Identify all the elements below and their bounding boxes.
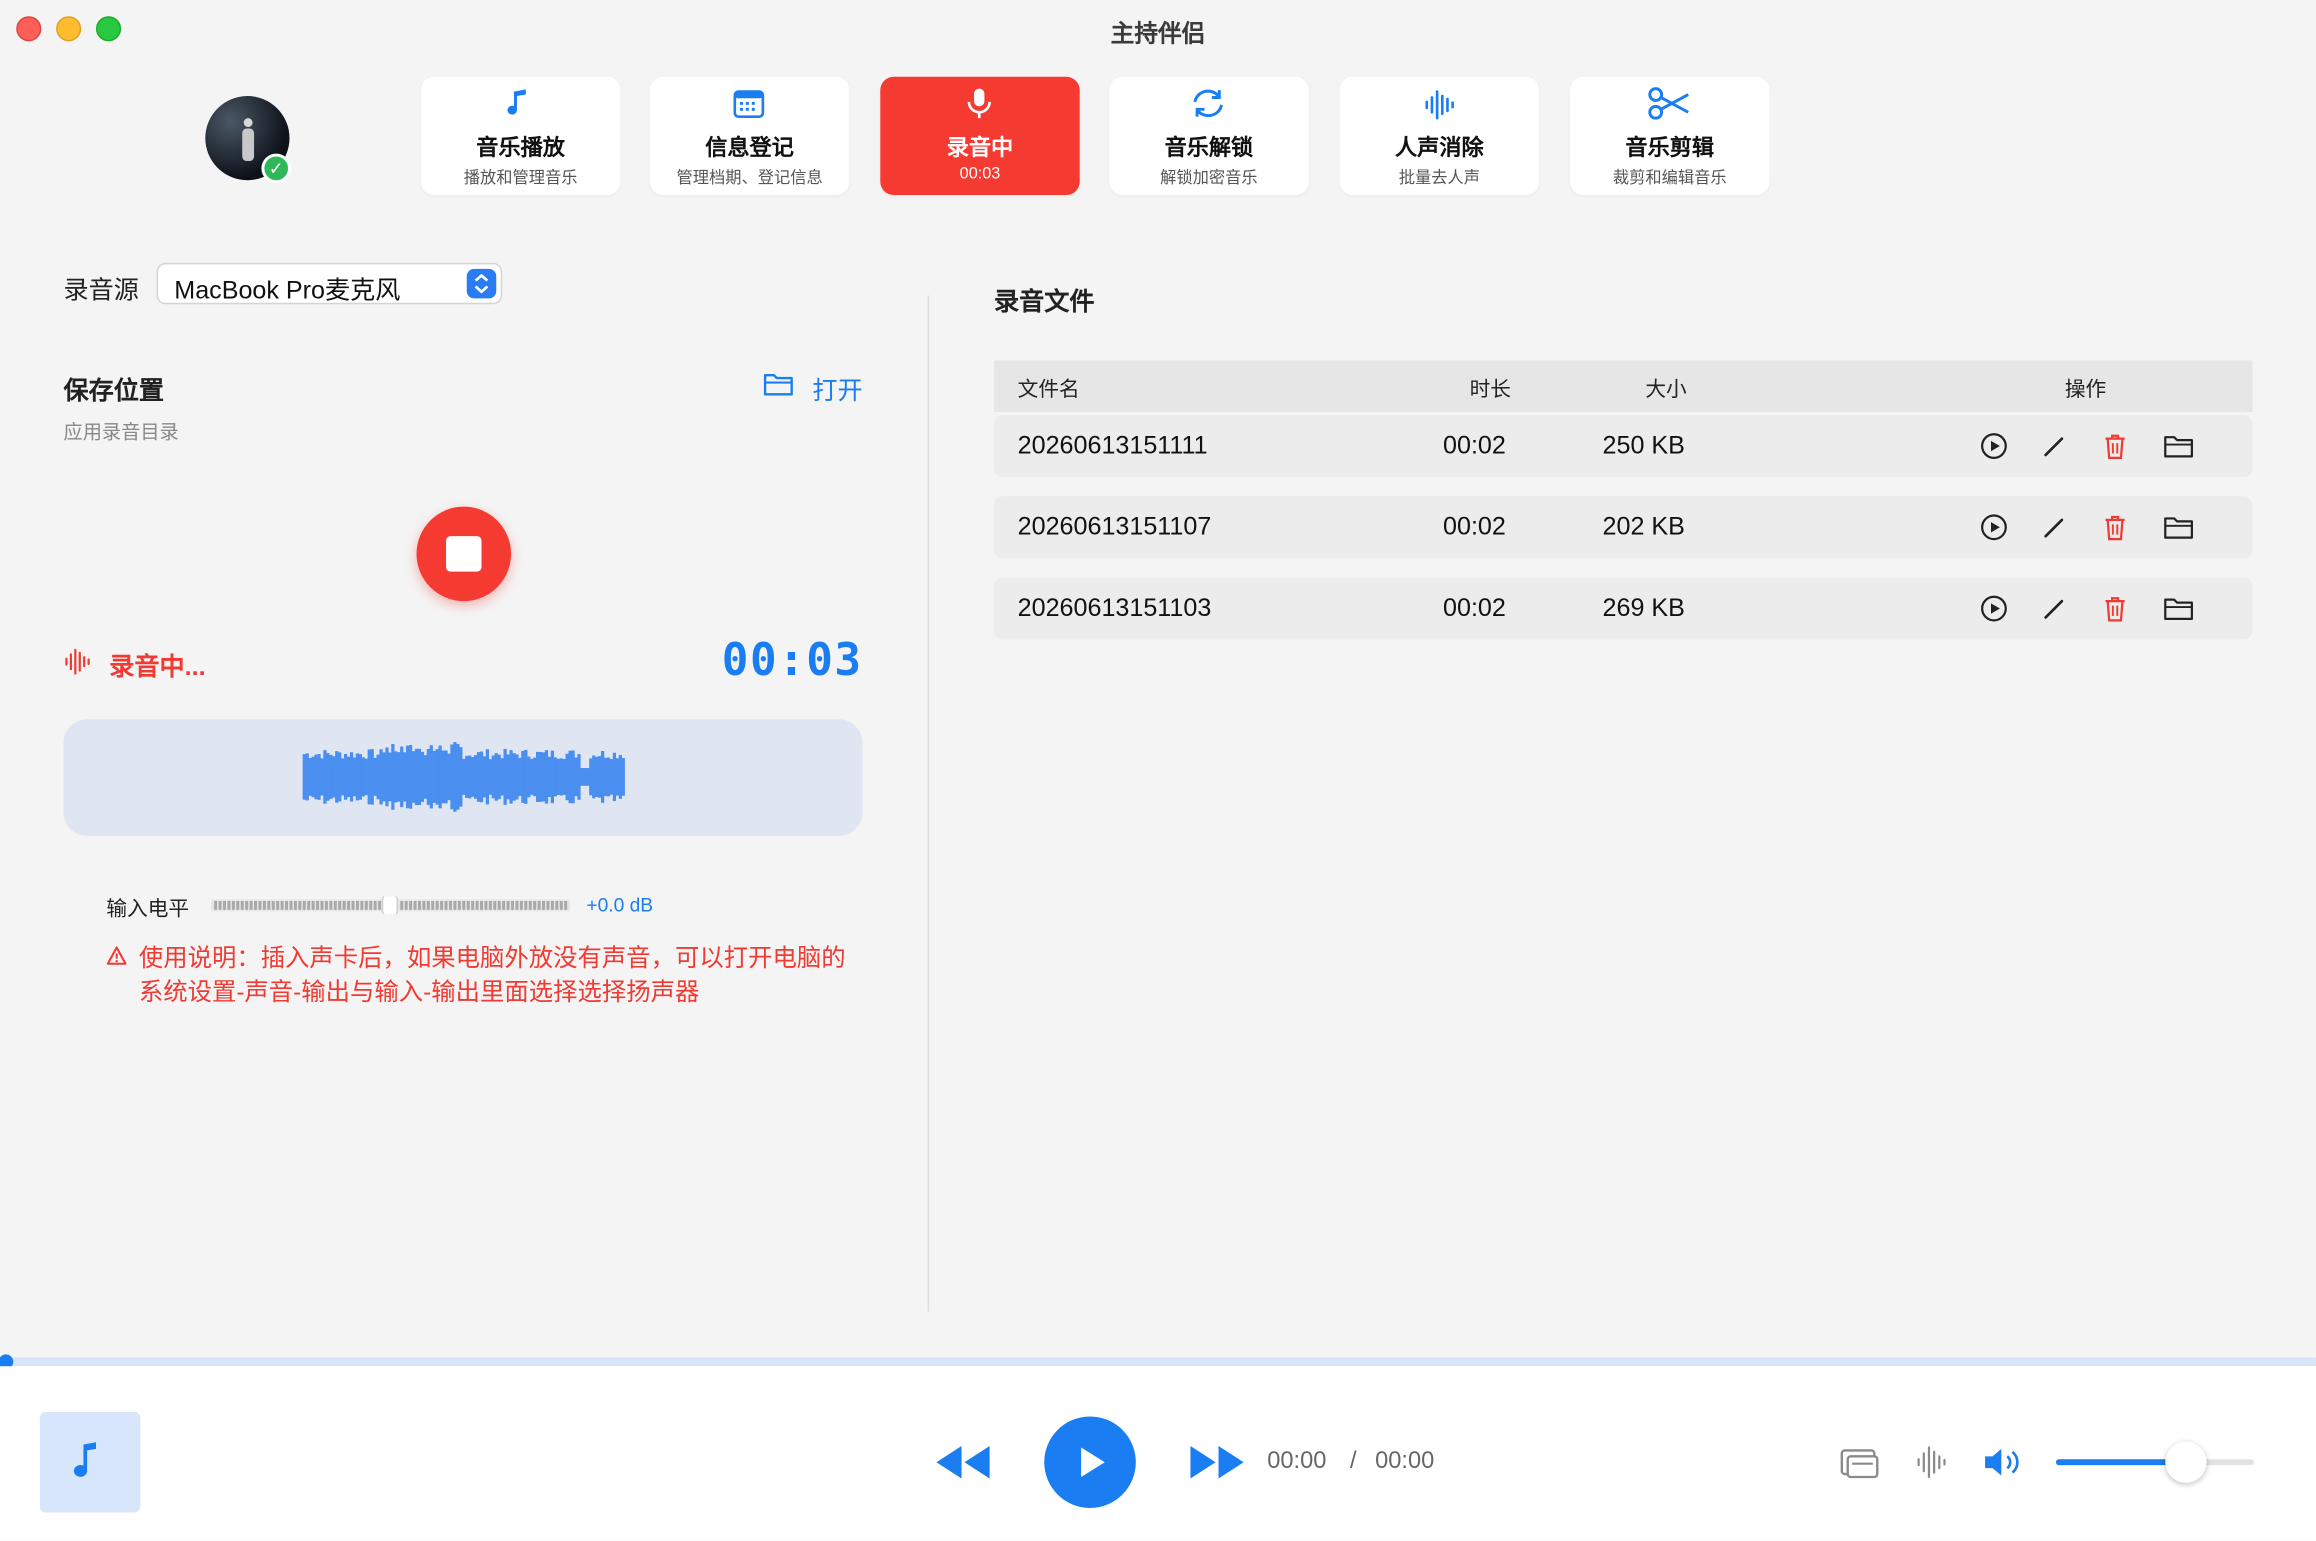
music-note-icon xyxy=(73,1442,97,1477)
scissors-icon xyxy=(1648,87,1689,120)
nav-tile-music-play[interactable]: 音乐播放 播放和管理音乐 xyxy=(420,76,621,195)
stop-icon xyxy=(446,536,482,572)
recording-status: 录音中... xyxy=(109,652,206,681)
input-level-label: 输入电平 xyxy=(106,896,190,921)
source-select-value: MacBook Pro麦克风 xyxy=(174,276,401,305)
microphone-icon xyxy=(967,88,991,119)
open-label: 打开 xyxy=(812,376,863,405)
title-bar: 主持伴侣 xyxy=(0,0,2316,57)
file-size: 269 KB xyxy=(1602,593,1685,622)
waveform-icon[interactable] xyxy=(1914,1445,1949,1480)
column-header-actions: 操作 xyxy=(2064,376,2107,401)
verified-check-icon: ✓ xyxy=(261,153,291,184)
file-name: 20260613151103 xyxy=(1017,593,1212,622)
folder-icon[interactable] xyxy=(2162,594,2194,624)
recording-waveform-icon xyxy=(65,648,90,675)
edit-icon[interactable] xyxy=(2040,431,2070,461)
column-header-size: 大小 xyxy=(1645,376,1687,401)
current-time: 00:00 xyxy=(1267,1448,1327,1475)
file-duration: 00:02 xyxy=(1443,431,1506,460)
nav-tile-music-unlock[interactable]: 音乐解锁 解锁加密音乐 xyxy=(1109,76,1309,195)
source-label: 录音源 xyxy=(63,276,139,305)
table-row[interactable]: 20260613151107 00:02 202 KB xyxy=(994,496,2253,559)
volume-icon[interactable] xyxy=(1982,1445,2026,1480)
total-time: 00:00 xyxy=(1375,1448,1435,1475)
panel-divider xyxy=(927,295,930,1312)
nav-tile-sub: 裁剪和编辑音乐 xyxy=(1612,169,1727,188)
chevron-up-down-icon xyxy=(466,268,497,299)
nav-tile-music-edit[interactable]: 音乐剪辑 裁剪和编辑音乐 xyxy=(1570,76,1770,195)
time-separator: / xyxy=(1349,1448,1357,1475)
play-button[interactable] xyxy=(1044,1416,1136,1509)
nav-tile-sub: 管理档期、登记信息 xyxy=(676,169,823,188)
folder-icon[interactable] xyxy=(2162,431,2194,461)
file-name: 20260613151111 xyxy=(1017,431,1208,460)
play-icon[interactable] xyxy=(1979,431,2009,461)
nav-tile-label: 人声消除 xyxy=(1395,135,1484,161)
nav-tile-vocal-remove[interactable]: 人声消除 批量去人声 xyxy=(1339,76,1540,195)
nav-tile-sub: 00:03 xyxy=(959,165,1001,184)
column-header-name: 文件名 xyxy=(1017,376,1080,401)
table-row[interactable]: 20260613151103 00:02 269 KB xyxy=(994,577,2253,640)
source-select[interactable]: MacBook Pro麦克风 xyxy=(156,262,503,305)
recording-timer: 00:03 xyxy=(721,635,863,687)
recording-files-title: 录音文件 xyxy=(994,288,1095,317)
nav-tile-recording[interactable]: 录音中 00:03 xyxy=(880,76,1080,195)
input-level-meter xyxy=(211,896,571,915)
table-row[interactable]: 20260613151111 00:02 250 KB xyxy=(994,415,2253,478)
input-level-db: +0.0 dB xyxy=(586,893,654,916)
nav-tile-label: 录音中 xyxy=(946,135,1014,161)
window-title: 主持伴侣 xyxy=(1110,22,1206,48)
nav-tile-label: 音乐解锁 xyxy=(1164,135,1254,161)
save-location-title: 保存位置 xyxy=(63,376,164,405)
player-bar xyxy=(0,1366,2316,1541)
nav-tile-sub: 解锁加密音乐 xyxy=(1160,169,1258,188)
calendar-icon xyxy=(733,90,765,119)
waveform-display xyxy=(63,719,863,836)
playlist-window-icon[interactable] xyxy=(1839,1446,1880,1481)
nav-tile-label: 音乐剪辑 xyxy=(1625,135,1715,161)
save-location-path: 应用录音目录 xyxy=(63,420,179,444)
nav-tile-sub: 播放和管理音乐 xyxy=(463,169,578,188)
playback-progress-bar[interactable] xyxy=(0,1357,2316,1367)
folder-icon[interactable] xyxy=(2162,513,2194,543)
nav-tile-sub: 批量去人声 xyxy=(1398,169,1480,188)
files-table-header: 文件名 时长 大小 操作 xyxy=(994,360,2253,413)
track-cover xyxy=(39,1412,141,1513)
nav-tile-info-register[interactable]: 信息登记 管理档期、登记信息 xyxy=(649,76,850,195)
folder-icon xyxy=(763,373,793,396)
fast-forward-icon[interactable] xyxy=(1188,1442,1247,1483)
delete-icon[interactable] xyxy=(2100,513,2130,543)
file-size: 202 KB xyxy=(1602,512,1685,541)
file-duration: 00:02 xyxy=(1443,512,1506,541)
volume-slider[interactable] xyxy=(2055,1459,2254,1466)
sync-icon xyxy=(1193,89,1223,118)
waveform-icon xyxy=(1425,90,1454,120)
play-icon[interactable] xyxy=(1979,594,2009,624)
play-icon[interactable] xyxy=(1979,513,2009,543)
warning-icon xyxy=(106,946,127,965)
music-note-icon xyxy=(507,89,526,115)
input-level-knob[interactable] xyxy=(381,896,399,915)
column-header-duration: 时长 xyxy=(1469,376,1511,401)
nav-tile-label: 音乐播放 xyxy=(476,135,565,161)
delete-icon[interactable] xyxy=(2100,594,2130,624)
rewind-icon[interactable] xyxy=(933,1442,992,1483)
file-duration: 00:02 xyxy=(1443,593,1506,622)
file-size: 250 KB xyxy=(1602,431,1685,460)
play-icon xyxy=(1081,1447,1105,1477)
nav-tile-label: 信息登记 xyxy=(705,135,794,161)
delete-icon[interactable] xyxy=(2100,431,2130,461)
file-name: 20260613151107 xyxy=(1017,512,1212,541)
edit-icon[interactable] xyxy=(2040,594,2070,624)
stop-record-button[interactable] xyxy=(416,506,512,602)
usage-notice: 使用说明：插入声卡后，如果电脑外放没有声音，可以打开电脑的系统设置-声音-输出与… xyxy=(138,945,846,1006)
edit-icon[interactable] xyxy=(2040,513,2070,543)
